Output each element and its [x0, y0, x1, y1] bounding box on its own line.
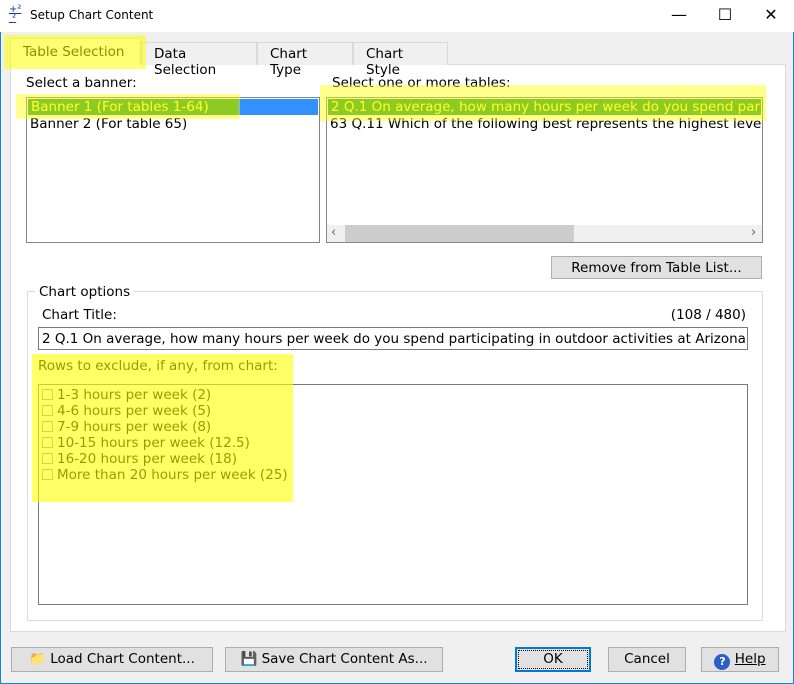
- title-bar: +² ² Setup Chart Content — ☐ ✕: [0, 0, 794, 32]
- list-item[interactable]: 2 Q.1 On average, how many hours per wee…: [328, 99, 762, 115]
- rows-exclude-list[interactable]: 1-3 hours per week (2) 4-6 hours per wee…: [38, 384, 748, 605]
- scrollbar-thumb[interactable]: [345, 225, 574, 242]
- cancel-button[interactable]: Cancel: [608, 647, 686, 672]
- floppy-disk-icon: 💾: [240, 651, 258, 667]
- checkbox[interactable]: [42, 405, 53, 416]
- horizontal-scrollbar[interactable]: ‹ ›: [327, 225, 762, 242]
- checkbox[interactable]: [42, 437, 53, 448]
- help-button[interactable]: ? Help: [701, 647, 779, 672]
- load-chart-content-button[interactable]: 📁 Load Chart Content...: [11, 647, 213, 672]
- chart-title-input[interactable]: 2 Q.1 On average, how many hours per wee…: [38, 327, 748, 350]
- maximize-icon[interactable]: ☐: [702, 0, 748, 30]
- close-icon[interactable]: ✕: [748, 0, 794, 30]
- row-checkbox-item[interactable]: 7-9 hours per week (8): [39, 419, 747, 435]
- list-item[interactable]: Banner 1 (For tables 1-64): [28, 99, 238, 115]
- tab-chart-type[interactable]: Chart Type: [257, 42, 353, 78]
- banner-list[interactable]: Banner 1 (For tables 1-64) Banner 2 (For…: [26, 97, 320, 243]
- rows-exclude-label: Rows to exclude, if any, from chart:: [38, 358, 278, 374]
- row-checkbox-item[interactable]: 16-20 hours per week (18): [39, 451, 747, 467]
- title-char-count: (108 / 480): [670, 307, 746, 323]
- row-checkbox-item[interactable]: 1-3 hours per week (2): [39, 387, 747, 403]
- row-checkbox-item[interactable]: More than 20 hours per week (25): [39, 467, 747, 483]
- table-plus-icon: +² ²: [9, 4, 22, 24]
- save-chart-content-button[interactable]: 💾 Save Chart Content As...: [225, 647, 443, 672]
- tab-table-selection[interactable]: Table Selection: [10, 38, 141, 65]
- row-checkbox-item[interactable]: 4-6 hours per week (5): [39, 403, 747, 419]
- list-item[interactable]: Banner 2 (For table 65): [27, 116, 319, 132]
- minimize-icon[interactable]: —: [656, 0, 702, 30]
- tab-chart-style[interactable]: Chart Style: [353, 42, 448, 78]
- chart-title-label: Chart Title:: [42, 307, 117, 323]
- tab-data-selection[interactable]: Data Selection: [141, 42, 257, 78]
- banner-label: Select a banner:: [26, 75, 137, 91]
- checkbox[interactable]: [42, 469, 53, 480]
- window-title: Setup Chart Content: [30, 8, 154, 22]
- row-checkbox-item[interactable]: 10-15 hours per week (12.5): [39, 435, 747, 451]
- scroll-left-icon[interactable]: ‹: [331, 225, 336, 240]
- tables-label: Select one or more tables:: [332, 75, 511, 91]
- checkbox[interactable]: [42, 453, 53, 464]
- checkbox[interactable]: [42, 389, 53, 400]
- list-item[interactable]: 63 Q.11 Which of the following best repr…: [327, 116, 762, 132]
- scroll-right-icon[interactable]: ›: [751, 225, 756, 240]
- folder-icon: 📁: [29, 651, 46, 667]
- checkbox[interactable]: [42, 421, 53, 432]
- remove-from-table-list-button[interactable]: Remove from Table List...: [551, 256, 762, 279]
- chart-options-legend: Chart options: [35, 284, 135, 300]
- help-icon: ?: [714, 654, 731, 670]
- tables-list[interactable]: 2 Q.1 On average, how many hours per wee…: [326, 97, 763, 243]
- ok-button[interactable]: OK: [515, 647, 591, 672]
